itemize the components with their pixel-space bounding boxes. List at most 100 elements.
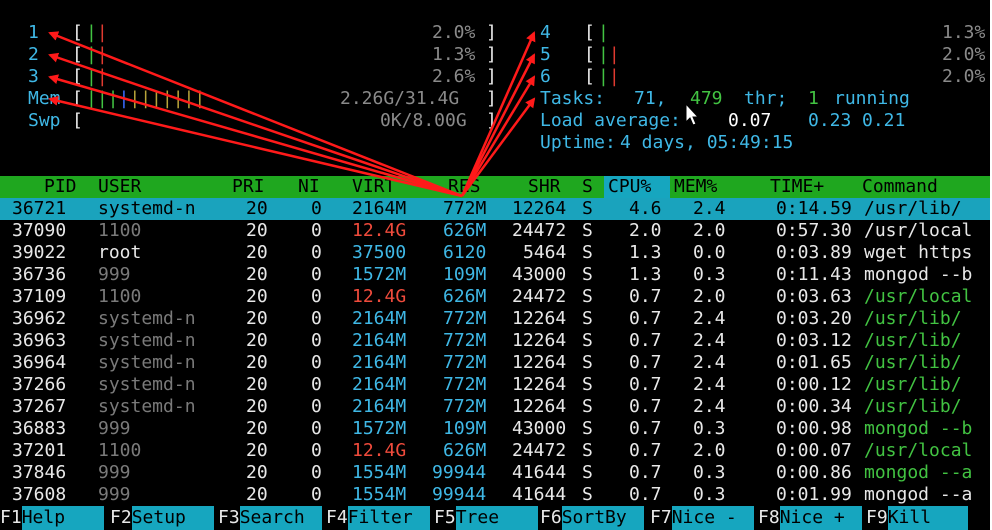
cell-pid: 36962 (12, 308, 67, 329)
process-row[interactable]: 37608 999 20 0 1554M 99944 41644 S 0.7 0.3 0:01.99… (0, 484, 990, 506)
cell-time: 0:01.65 (776, 352, 852, 373)
cell-user: systemd-n (98, 374, 196, 395)
cell-ni: 0 (311, 418, 322, 439)
col-virt[interactable]: VIRT (352, 176, 395, 198)
col-user[interactable]: USER (98, 176, 141, 198)
process-row[interactable]: 36736 999 20 0 1572M 109M 43000 S 1.3 0.3 0:11.43 m… (0, 264, 990, 286)
cell-shr: 41644 (512, 462, 567, 483)
col-state[interactable]: S (582, 176, 593, 198)
cell-pri: 20 (246, 418, 268, 439)
cell-cpu: 0.7 (629, 396, 662, 417)
fkey-kill[interactable]: F9Kill (866, 506, 968, 530)
process-row[interactable]: 37266 systemd-n 20 0 2164M 772M 12264 S 0.7 2.4 0:… (0, 374, 990, 396)
cell-pri: 20 (246, 374, 268, 395)
cell-state: S (582, 242, 593, 263)
fkey-tree[interactable]: F5Tree (434, 506, 538, 530)
fkey-number: F9 (866, 507, 888, 528)
col-shr[interactable]: SHR (528, 176, 561, 198)
fkey-setup[interactable]: F2Setup (110, 506, 214, 530)
fkey-label: Setup (131, 506, 214, 530)
cell-pri: 20 (246, 440, 268, 461)
cell-state: S (582, 330, 593, 351)
cell-cpu: 0.7 (629, 418, 662, 439)
cell-ni: 0 (311, 220, 322, 241)
tasks-summary: Tasks: 71, 479 thr; 1 running (540, 88, 910, 109)
cell-res: 109M (443, 418, 487, 439)
cell-virt: 1572M (352, 418, 407, 439)
cell-ni: 0 (311, 330, 322, 351)
cell-res: 626M (443, 286, 487, 307)
cell-mem: 0.3 (693, 484, 726, 505)
cpu-meter-5: 5 [ || 2.0% (540, 44, 986, 65)
fkey-sortby[interactable]: F6SortBy (540, 506, 644, 530)
process-row[interactable]: 37267 systemd-n 20 0 2164M 772M 12264 S 0.7 2.4 0:… (0, 396, 990, 418)
cell-ni: 0 (311, 396, 322, 417)
cell-command: wget https (864, 242, 973, 263)
cell-user: systemd-n (98, 198, 196, 219)
cell-cpu: 4.6 (629, 198, 662, 219)
col-res[interactable]: RES (448, 176, 481, 198)
cell-virt: 2164M (352, 352, 407, 373)
fkey-nice[interactable]: F7Nice - (650, 506, 754, 530)
fkey-nice[interactable]: F8Nice + (758, 506, 862, 530)
col-command[interactable]: Command (862, 176, 938, 198)
cell-virt: 37500 (352, 242, 407, 263)
col-cpu[interactable]: CPU% (608, 176, 651, 198)
cell-state: S (582, 198, 593, 219)
uptime: Uptime: 4 days, 05:49:15 (540, 132, 794, 153)
process-row[interactable]: 36963 systemd-n 20 0 2164M 772M 12264 S 0.7 2.4 0:… (0, 330, 990, 352)
cell-state: S (582, 264, 593, 285)
process-row[interactable]: 37090 1100 20 0 12.4G 626M 24472 S 2.0 2.0 0:57.30… (0, 220, 990, 242)
cell-time: 0:11.43 (776, 264, 852, 285)
cell-time: 0:00.86 (776, 462, 852, 483)
cell-pri: 20 (246, 220, 268, 241)
process-row[interactable]: 36962 systemd-n 20 0 2164M 772M 12264 S 0.7 2.4 0:… (0, 308, 990, 330)
cell-virt: 2164M (352, 330, 407, 351)
cpu-percent: 1.3% (942, 22, 986, 43)
fkey-filter[interactable]: F4Filter (326, 506, 430, 530)
fkey-label: Nice + (779, 506, 862, 530)
process-row[interactable]: 36883 999 20 0 1572M 109M 43000 S 0.7 0.3 0:00.98 m… (0, 418, 990, 440)
process-row[interactable]: 37109 1100 20 0 12.4G 626M 24472 S 0.7 2.0 0:03.63… (0, 286, 990, 308)
cell-pid: 37266 (12, 374, 67, 395)
cell-pid: 36736 (12, 264, 67, 285)
cell-cpu: 0.7 (629, 440, 662, 461)
cell-ni: 0 (311, 286, 322, 307)
cell-command: /usr/lib/ (864, 330, 962, 351)
cell-cpu: 0.7 (629, 484, 662, 505)
cell-mem: 2.4 (693, 308, 726, 329)
fkey-number: F8 (758, 507, 780, 528)
cell-res: 99944 (432, 462, 487, 483)
fkey-search[interactable]: F3Search (218, 506, 322, 530)
cell-cpu: 1.3 (629, 242, 662, 263)
process-row[interactable]: 36721 systemd-n 20 0 2164M 772M 12264 S 4.6 2.4 0:… (0, 198, 990, 220)
cell-ni: 0 (311, 242, 322, 263)
cell-ni: 0 (311, 374, 322, 395)
cell-time: 0:00.12 (776, 374, 852, 395)
cell-shr: 12264 (512, 396, 567, 417)
cell-shr: 12264 (512, 374, 567, 395)
cell-cpu: 1.3 (629, 264, 662, 285)
cell-state: S (582, 374, 593, 395)
fkey-help[interactable]: F1Help (0, 506, 104, 530)
cell-mem: 0.3 (693, 418, 726, 439)
load-average: Load average: 0.07 0.23 0.21 (540, 110, 906, 131)
cell-pid: 37267 (12, 396, 67, 417)
process-row[interactable]: 36964 systemd-n 20 0 2164M 772M 12264 S 0.7 2.4 0:… (0, 352, 990, 374)
process-row[interactable]: 37846 999 20 0 1554M 99944 41644 S 0.7 0.3 0:00.86… (0, 462, 990, 484)
cell-command: /usr/lib/ (864, 396, 962, 417)
process-row[interactable]: 39022 root 20 0 37500 6120 5464 S 1.3 0.0 0:03.89 w… (0, 242, 990, 264)
col-mem[interactable]: MEM% (674, 176, 717, 198)
col-pri[interactable]: PRI (232, 176, 265, 198)
col-time[interactable]: TIME+ (770, 176, 824, 198)
cell-user: 999 (98, 484, 131, 505)
cell-command: /usr/local (864, 286, 973, 307)
cell-shr: 5464 (523, 242, 567, 263)
fkey-label: Kill (887, 506, 968, 530)
col-ni[interactable]: NI (298, 176, 320, 198)
cell-command: mongod --b (864, 418, 973, 439)
cell-shr: 41644 (512, 484, 567, 505)
cell-ni: 0 (311, 484, 322, 505)
process-row[interactable]: 37201 1100 20 0 12.4G 626M 24472 S 0.7 2.0 0:00.07… (0, 440, 990, 462)
col-pid[interactable]: PID (44, 176, 77, 198)
